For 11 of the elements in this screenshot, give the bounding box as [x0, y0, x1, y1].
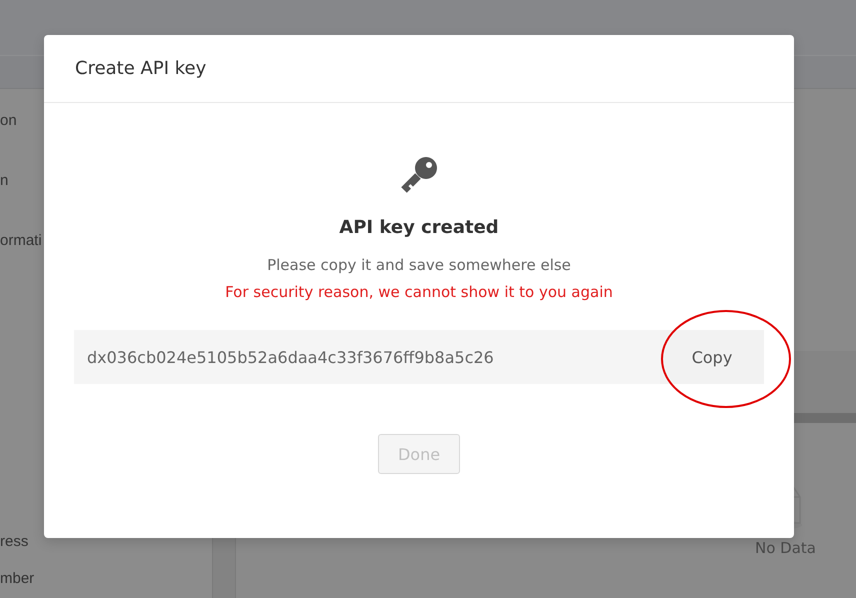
sidebar-item[interactable]: n — [0, 172, 8, 190]
success-heading: API key created — [339, 217, 499, 238]
sidebar-item[interactable]: on — [0, 112, 17, 130]
instruction-text: Please copy it and save somewhere else — [267, 255, 571, 276]
warning-text: For security reason, we cannot show it to you again — [225, 282, 613, 303]
empty-state-text: No Data — [755, 539, 816, 557]
sidebar-item[interactable]: mber — [0, 570, 34, 588]
dialog-title: Create API key — [75, 58, 206, 79]
key-icon — [399, 155, 439, 195]
sidebar-item[interactable]: ormati — [0, 232, 42, 250]
sidebar-item[interactable]: ress — [0, 533, 28, 551]
